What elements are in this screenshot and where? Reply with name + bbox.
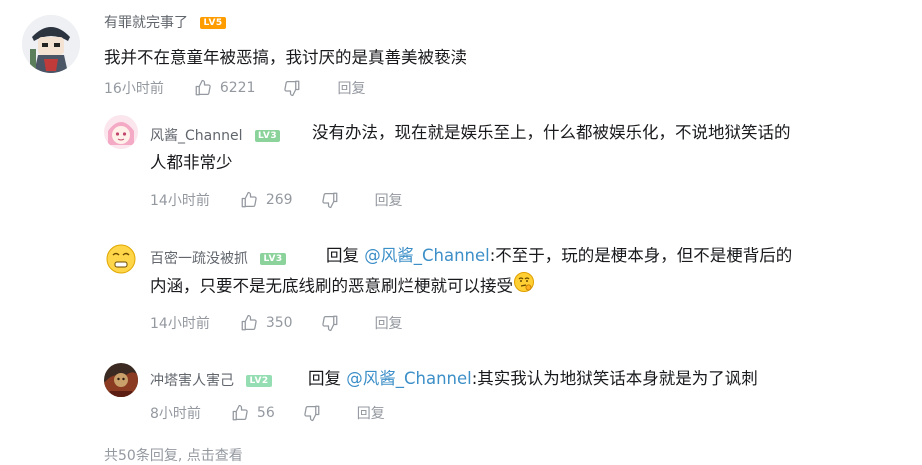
mention-link[interactable]: @风酱_Channel — [364, 246, 490, 265]
avatar-reply-3-image — [104, 363, 138, 397]
reply-3-text: 回复 @风酱_Channel:其实我认为地狱笑话本身就是为了讽刺 — [150, 364, 920, 394]
mention-link[interactable]: @风酱_Channel — [346, 369, 472, 388]
reply-2-meta: 14小时前 350 回复 — [150, 313, 403, 333]
thumbs-down-icon — [284, 80, 300, 97]
like-button[interactable]: 350 — [240, 314, 293, 332]
comment-time: 16小时前 — [104, 81, 164, 97]
thumbs-up-icon — [232, 404, 248, 421]
thumbs-up-icon — [195, 79, 211, 96]
avatar-reply-3[interactable] — [104, 363, 138, 397]
avatar-main-image — [22, 15, 80, 73]
avatar-reply-1[interactable] — [104, 115, 138, 149]
avatar-reply-2-image — [104, 242, 138, 276]
reply-button[interactable]: 回复 — [337, 78, 365, 98]
thumbs-down-icon — [321, 192, 337, 209]
dislike-button[interactable] — [321, 314, 339, 332]
reply-2-text-line2: 内涵，只要不是无底线刷的恶意刷烂梗就可以接受 — [150, 276, 513, 296]
like-count: 6221 — [219, 80, 256, 96]
comment-time: 14小时前 — [150, 193, 210, 209]
like-button[interactable]: 269 — [240, 191, 293, 209]
reply-prefix: 回复 — [308, 369, 347, 388]
comment-time: 14小时前 — [150, 316, 210, 332]
dislike-button[interactable] — [321, 191, 339, 209]
like-button[interactable]: 56 — [231, 404, 275, 422]
like-count: 350 — [265, 315, 293, 331]
thumbs-down-icon — [304, 405, 320, 422]
main-comment-text: 我并不在意童年被恶搞，我讨厌的是真善美被亵渎 — [104, 48, 467, 67]
reply-button[interactable]: 回复 — [375, 313, 403, 333]
dislike-button[interactable] — [303, 404, 321, 422]
reply-1-text-line2: 人都非常少 — [150, 153, 233, 172]
reply-1-text-line1: 没有办法，现在就是娱乐至上，什么都被娱乐化，不说地狱笑话的 — [312, 123, 791, 142]
thumbs-up-icon — [241, 314, 257, 331]
like-count: 56 — [256, 405, 275, 421]
comment-time: 8小时前 — [150, 406, 201, 422]
reply-2-text-line1: :不至于，玩的是梗本身，但不是梗背后的 — [489, 246, 793, 265]
level-badge: LV5 — [200, 17, 226, 29]
avatar-reply-2[interactable] — [104, 242, 138, 276]
reply-3-text-line1: :其实我认为地狱笑话本身就是为了讽刺 — [471, 369, 758, 388]
reply-button[interactable]: 回复 — [375, 190, 403, 210]
main-comment-meta: 16小时前 6221 回复 — [104, 78, 365, 98]
thinking-emoji-icon — [513, 271, 535, 303]
avatar-main[interactable] — [22, 15, 80, 73]
reply-prefix: 回复 — [326, 246, 365, 265]
main-username-row: 有罪就完事了 LV5 — [104, 12, 226, 32]
reply-1-meta: 14小时前 269 回复 — [150, 190, 403, 210]
like-count: 269 — [265, 192, 293, 208]
thumbs-up-icon — [241, 191, 257, 208]
reply-button[interactable]: 回复 — [357, 403, 385, 423]
view-more-replies[interactable]: 共50条回复, 点击查看 — [104, 445, 243, 465]
reply-3-meta: 8小时前 56 回复 — [150, 403, 385, 423]
main-username[interactable]: 有罪就完事了 — [104, 15, 188, 31]
reply-2-text: 回复 @风酱_Channel:不至于，玩的是梗本身，但不是梗背后的 内涵，只要不… — [150, 241, 920, 303]
like-button[interactable]: 6221 — [194, 79, 256, 97]
reply-1-text: 没有办法，现在就是娱乐至上，什么都被娱乐化，不说地狱笑话的 人都非常少 — [150, 118, 920, 178]
dislike-button[interactable] — [283, 79, 301, 97]
thumbs-down-icon — [321, 315, 337, 332]
avatar-reply-1-image — [104, 115, 138, 149]
